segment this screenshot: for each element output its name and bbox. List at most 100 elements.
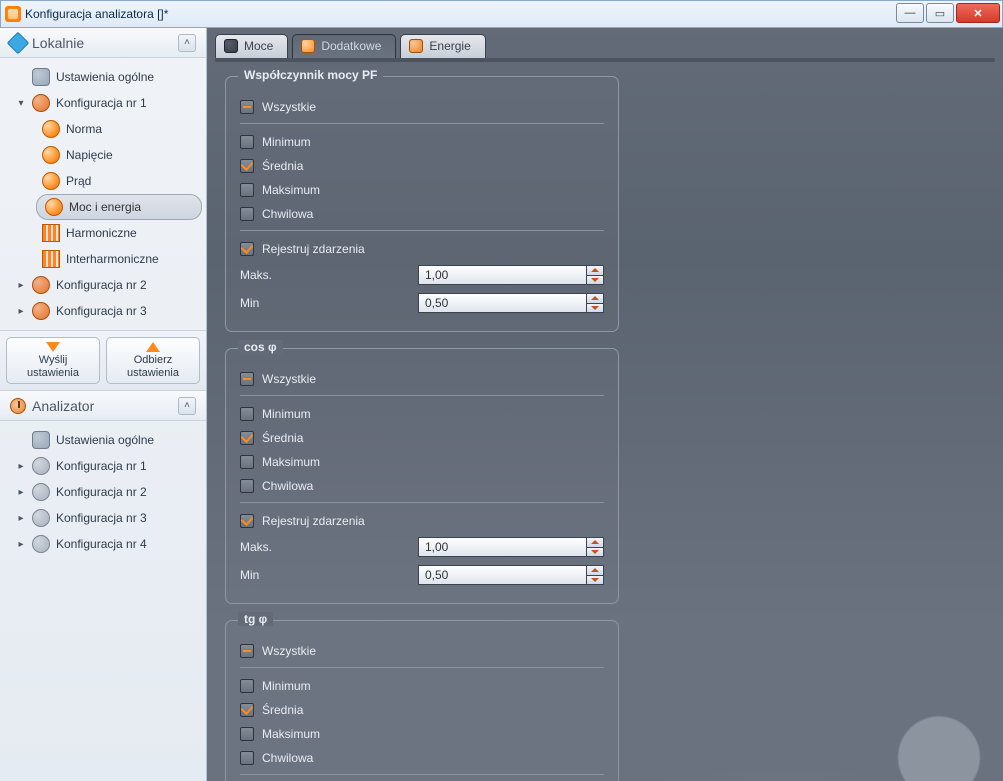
- checkbox-icon: [240, 183, 254, 197]
- pf-min-input[interactable]: [418, 293, 586, 313]
- tree-analyzer: Ustawienia ogólne ▸ Konfiguracja nr 1 ▸ …: [0, 421, 206, 781]
- content-area: Moce Dodatkowe Energie Współczynnik mocy…: [207, 28, 1003, 781]
- cos-max-checkbox[interactable]: Maksimum: [240, 450, 604, 474]
- title-bar: Konfiguracja analizatora []* — ▭: [0, 0, 1003, 28]
- cos-all-checkbox[interactable]: Wszystkie: [240, 367, 604, 391]
- tree-local: Ustawienia ogólne ▾ Konfiguracja nr 1 No…: [0, 58, 206, 330]
- pf-min-spin-up[interactable]: [586, 293, 604, 303]
- group-tg: tg φ Wszystkie Minimum Średnia Maksimum …: [225, 620, 619, 781]
- group-tg-legend: tg φ: [238, 612, 273, 626]
- cos-min-spin-up[interactable]: [586, 565, 604, 575]
- close-button[interactable]: [956, 3, 1000, 23]
- upload-icon: [146, 342, 160, 352]
- checkbox-icon: [240, 407, 254, 421]
- tree-an-config-1[interactable]: ▸ Konfiguracja nr 1: [10, 453, 202, 479]
- cos-max-label: Maks.: [240, 540, 410, 554]
- cos-min-spin-down[interactable]: [586, 575, 604, 586]
- download-icon: [46, 342, 60, 352]
- checkbox-icon: [240, 479, 254, 493]
- config-icon: [32, 276, 50, 294]
- checkbox-icon: [240, 514, 254, 528]
- sidebar-local-title: Lokalnie: [32, 35, 84, 51]
- checkbox-icon: [240, 703, 254, 717]
- current-icon: [42, 172, 60, 190]
- local-icon: [7, 31, 30, 54]
- tree-item-config-1[interactable]: ▾ Konfiguracja nr 1: [10, 90, 202, 116]
- tree-an-general[interactable]: Ustawienia ogólne: [10, 427, 202, 453]
- dial-icon: [10, 398, 26, 414]
- group-pf: Współczynnik mocy PF Wszystkie Minimum Ś…: [225, 76, 619, 332]
- group-pf-legend: Współczynnik mocy PF: [238, 68, 383, 82]
- sidebar-analyzer-header[interactable]: Analizator ˄: [0, 391, 206, 421]
- collapse-analyzer-button[interactable]: ˄: [178, 397, 196, 415]
- pf-record-events-checkbox[interactable]: Rejestruj zdarzenia: [240, 237, 604, 261]
- checkbox-icon: [240, 455, 254, 469]
- checkbox-icon: [240, 644, 254, 658]
- cos-max-input[interactable]: [418, 537, 586, 557]
- tree-item-power-energy[interactable]: Moc i energia: [36, 194, 202, 220]
- tree-item-norma[interactable]: Norma: [36, 116, 202, 142]
- config-icon: [32, 483, 50, 501]
- checkbox-icon: [240, 372, 254, 386]
- config-icon: [32, 535, 50, 553]
- pf-min-checkbox[interactable]: Minimum: [240, 130, 604, 154]
- tree-item-config-2[interactable]: ▸ Konfiguracja nr 2: [10, 272, 202, 298]
- cos-min-checkbox[interactable]: Minimum: [240, 402, 604, 426]
- tab-energie-icon: [409, 39, 423, 53]
- harmonics-icon: [42, 224, 60, 242]
- tg-avg-checkbox[interactable]: Średnia: [240, 698, 604, 722]
- tg-min-checkbox[interactable]: Minimum: [240, 674, 604, 698]
- cos-max-spin-down[interactable]: [586, 547, 604, 558]
- tree-an-config-3[interactable]: ▸ Konfiguracja nr 3: [10, 505, 202, 531]
- checkbox-icon: [240, 135, 254, 149]
- config-icon: [32, 457, 50, 475]
- tree-item-config-3[interactable]: ▸ Konfiguracja nr 3: [10, 298, 202, 324]
- app-icon: [5, 6, 21, 22]
- receive-settings-button[interactable]: Odbierz ustawienia: [106, 337, 200, 384]
- sidebar-local-header[interactable]: Lokalnie ˄: [0, 28, 206, 58]
- pf-max-spin-down[interactable]: [586, 275, 604, 286]
- tree-item-interharmonics[interactable]: Interharmoniczne: [36, 246, 202, 272]
- pf-max-spin-up[interactable]: [586, 265, 604, 275]
- tab-dodatkowe[interactable]: Dodatkowe: [292, 34, 396, 58]
- tree-item-harmonics[interactable]: Harmoniczne: [36, 220, 202, 246]
- voltage-icon: [42, 146, 60, 164]
- cos-min-input[interactable]: [418, 565, 586, 585]
- tree-item-voltage[interactable]: Napięcie: [36, 142, 202, 168]
- pf-max-input[interactable]: [418, 265, 586, 285]
- pf-max-checkbox[interactable]: Maksimum: [240, 178, 604, 202]
- config-icon: [32, 509, 50, 527]
- tree-an-config-2[interactable]: ▸ Konfiguracja nr 2: [10, 479, 202, 505]
- tab-moce[interactable]: Moce: [215, 34, 288, 58]
- tab-energie[interactable]: Energie: [400, 34, 485, 58]
- pf-min-label: Min: [240, 296, 410, 310]
- tree-an-config-4[interactable]: ▸ Konfiguracja nr 4: [10, 531, 202, 557]
- config-icon: [32, 94, 50, 112]
- cos-inst-checkbox[interactable]: Chwilowa: [240, 474, 604, 498]
- gear-icon: [32, 68, 50, 86]
- send-settings-button[interactable]: Wyślij ustawienia: [6, 337, 100, 384]
- norm-icon: [42, 120, 60, 138]
- tab-bar: Moce Dodatkowe Energie: [207, 28, 1003, 58]
- cos-avg-checkbox[interactable]: Średnia: [240, 426, 604, 450]
- sidebar-analyzer-title: Analizator: [32, 398, 94, 414]
- collapse-local-button[interactable]: ˄: [178, 34, 196, 52]
- pf-max-label: Maks.: [240, 268, 410, 282]
- checkbox-icon: [240, 207, 254, 221]
- config-icon: [32, 302, 50, 320]
- pf-inst-checkbox[interactable]: Chwilowa: [240, 202, 604, 226]
- cos-record-events-checkbox[interactable]: Rejestruj zdarzenia: [240, 509, 604, 533]
- pf-avg-checkbox[interactable]: Średnia: [240, 154, 604, 178]
- pf-all-checkbox[interactable]: Wszystkie: [240, 95, 604, 119]
- checkbox-icon: [240, 159, 254, 173]
- tg-all-checkbox[interactable]: Wszystkie: [240, 639, 604, 663]
- cos-max-spin-up[interactable]: [586, 537, 604, 547]
- tree-item-current[interactable]: Prąd: [36, 168, 202, 194]
- maximize-button[interactable]: ▭: [926, 3, 954, 23]
- pf-min-spin-down[interactable]: [586, 303, 604, 314]
- window-title: Konfiguracja analizatora []*: [25, 7, 168, 21]
- tg-inst-checkbox[interactable]: Chwilowa: [240, 746, 604, 770]
- minimize-button[interactable]: —: [896, 3, 924, 23]
- tree-item-general-settings[interactable]: Ustawienia ogólne: [10, 64, 202, 90]
- tg-max-checkbox[interactable]: Maksimum: [240, 722, 604, 746]
